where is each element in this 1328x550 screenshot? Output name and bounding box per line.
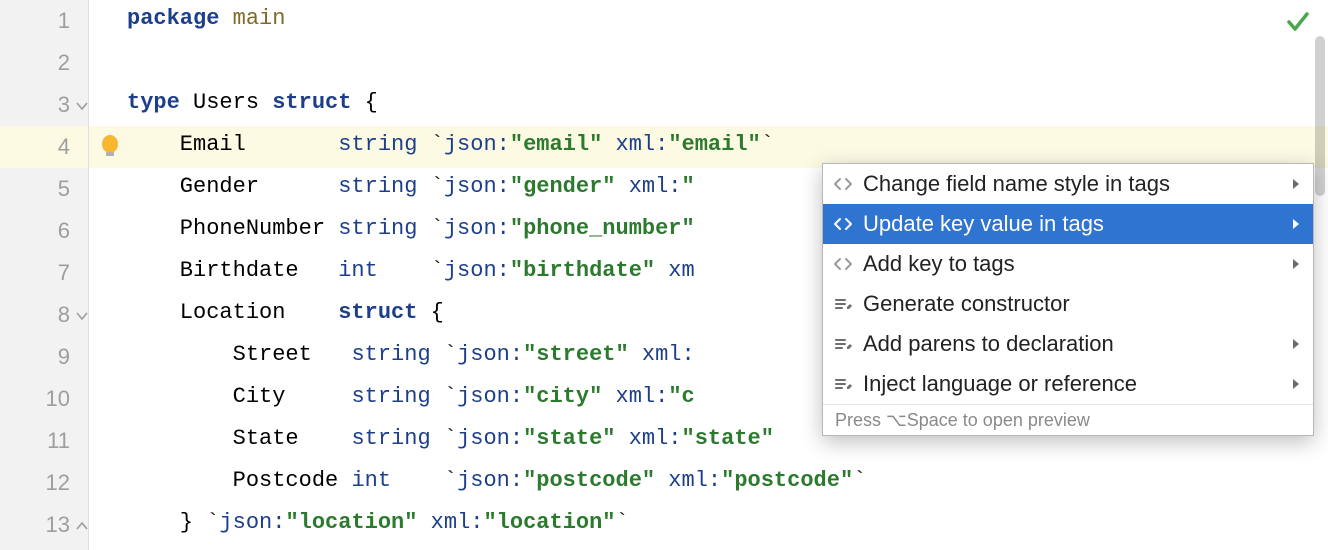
inspection-check-icon[interactable] [1286,10,1310,40]
fold-handle-icon[interactable] [76,100,90,114]
code-line[interactable]: Gender string `json:"gender" xml:" [127,176,695,198]
line-number: 13 [0,514,70,536]
intention-action-item[interactable]: Generate constructor [823,284,1313,324]
line-number: 12 [0,472,70,494]
code-editor[interactable]: 12345678910111213 package maintype Users… [0,0,1328,550]
line-number: 11 [0,430,70,452]
intention-action-item[interactable]: Change field name style in tags [823,164,1313,204]
intention-action-label: Inject language or reference [863,373,1279,395]
line-number: 10 [0,388,70,410]
intention-action-label: Change field name style in tags [863,173,1279,195]
intention-action-label: Update key value in tags [863,213,1279,235]
submenu-arrow-icon [1279,377,1313,391]
submenu-arrow-icon [1279,177,1313,191]
code-line[interactable]: Street string `json:"street" xml: [127,344,695,366]
line-number: 1 [0,10,70,32]
line-number-gutter: 12345678910111213 [0,0,89,550]
line-number: 5 [0,178,70,200]
tag-icon [823,214,863,234]
line-number: 7 [0,262,70,284]
code-line[interactable]: Email string `json:"email" xml:"email"` [127,134,774,156]
edit-icon [823,334,863,354]
edit-icon [823,294,863,314]
code-line[interactable]: Postcode int `json:"postcode" xml:"postc… [127,470,866,492]
submenu-arrow-icon [1279,257,1313,271]
fold-handle-icon[interactable] [76,310,90,324]
intention-action-item[interactable]: Inject language or reference [823,364,1313,404]
popup-footer-hint: Press ⌥Space to open preview [823,404,1313,435]
intention-bulb-icon[interactable] [99,134,121,166]
tag-icon [823,254,863,274]
intention-action-item[interactable]: Add parens to declaration [823,324,1313,364]
vertical-scrollbar[interactable] [1315,36,1325,196]
submenu-arrow-icon [1279,217,1313,231]
line-number: 3 [0,94,70,116]
code-line[interactable]: package main [127,8,285,30]
intention-action-item[interactable]: Update key value in tags [823,204,1313,244]
line-number: 6 [0,220,70,242]
line-number: 8 [0,304,70,326]
line-number: 2 [0,52,70,74]
intention-action-item[interactable]: Add key to tags [823,244,1313,284]
code-line[interactable]: PhoneNumber string `json:"phone_number" [127,218,695,240]
code-line[interactable]: } `json:"location" xml:"location"` [127,512,629,534]
intention-actions-popup[interactable]: Change field name style in tags Update ke… [822,163,1314,436]
line-number: 9 [0,346,70,368]
fold-handle-icon[interactable] [76,520,90,534]
tag-icon [823,174,863,194]
intention-action-label: Add key to tags [863,253,1279,275]
code-line[interactable]: type Users struct { [127,92,378,114]
line-number: 4 [0,136,70,158]
intention-action-label: Add parens to declaration [863,333,1279,355]
code-line[interactable]: State string `json:"state" xml:"state" [127,428,774,450]
code-line[interactable]: Birthdate int `json:"birthdate" xm [127,260,695,282]
submenu-arrow-icon [1279,337,1313,351]
intention-action-label: Generate constructor [863,293,1279,315]
code-line[interactable]: Location struct { [127,302,444,324]
code-line[interactable]: City string `json:"city" xml:"c [127,386,695,408]
edit-icon [823,374,863,394]
